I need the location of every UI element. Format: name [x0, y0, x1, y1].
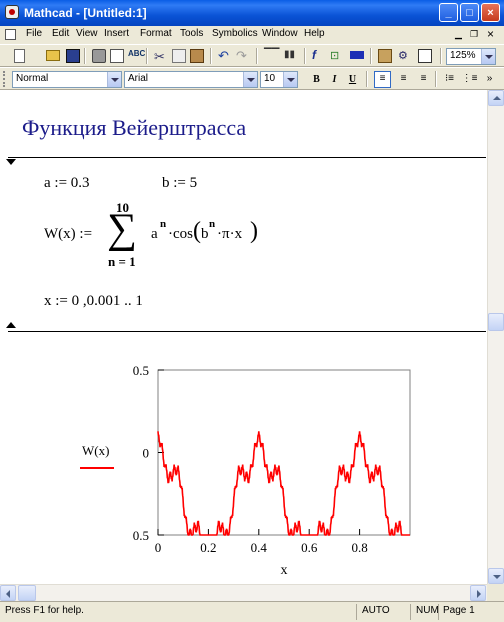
font-select[interactable]: Arial: [124, 71, 258, 88]
print-preview-icon[interactable]: [110, 49, 124, 63]
cut-icon[interactable]: ✂: [154, 49, 168, 64]
standard-toolbar: ABC ✂ ↶ ↷ ▔▔ ▮▮ f ⊡ ⚙ 125%: [0, 44, 504, 67]
horizontal-scrollbar[interactable]: [0, 584, 487, 601]
maximize-button[interactable]: □: [460, 3, 479, 22]
close-button[interactable]: ×: [481, 3, 500, 22]
doc-close-icon[interactable]: ×: [487, 27, 499, 41]
doc-minimize-icon[interactable]: ▁: [455, 29, 467, 41]
align-down-icon[interactable]: ▮▮: [284, 49, 298, 63]
insert-unit-icon[interactable]: ⊡: [330, 49, 344, 63]
y-tick-label: 0.5: [133, 363, 149, 378]
style-value: Normal: [16, 73, 49, 84]
title-bar[interactable]: Mathcad - [Untitled:1] _ □ ×: [0, 0, 504, 26]
vertical-scrollbar[interactable]: [487, 90, 504, 584]
menu-format[interactable]: Format: [140, 28, 172, 39]
bold-button[interactable]: B: [309, 72, 324, 87]
menu-window[interactable]: Window: [262, 28, 298, 39]
menu-help[interactable]: Help: [304, 28, 325, 39]
status-mode: AUTO: [362, 605, 390, 616]
print-icon[interactable]: [92, 49, 106, 63]
undo-icon[interactable]: ↶: [218, 48, 232, 63]
document-icon[interactable]: [5, 29, 16, 40]
font-value: Arial: [128, 73, 149, 84]
scroll-down-button[interactable]: [488, 568, 504, 584]
zoom-dropdown-icon[interactable]: [481, 49, 495, 64]
x-tick-label: 0.4: [251, 540, 268, 555]
save-disk-icon[interactable]: [66, 49, 80, 63]
x-axis-label: x: [281, 563, 288, 578]
size-dropdown-icon[interactable]: [283, 72, 297, 87]
align-center-icon[interactable]: ≡: [395, 71, 412, 88]
new-file-icon[interactable]: [14, 49, 25, 63]
status-bar: Press F1 for help. AUTO NUM Page 1: [0, 601, 504, 622]
toolbar-options-icon[interactable]: »: [481, 71, 498, 88]
align-left-icon[interactable]: ≡: [374, 71, 391, 88]
style-select[interactable]: Normal: [12, 71, 122, 88]
align-top-icon[interactable]: ▔▔: [264, 49, 279, 63]
font-size-select[interactable]: 10: [260, 71, 298, 88]
series-line-w: [157, 431, 410, 536]
copy-icon[interactable]: [172, 49, 186, 63]
open-folder-icon[interactable]: [46, 50, 60, 61]
mathcad-app-icon[interactable]: [5, 5, 19, 19]
status-num: NUM: [416, 605, 439, 616]
scroll-right-button[interactable]: [470, 585, 486, 601]
style-dropdown-icon[interactable]: [107, 72, 121, 87]
redo-icon[interactable]: ↷: [236, 48, 250, 63]
underline-button[interactable]: U: [345, 72, 360, 87]
zoom-select[interactable]: 125%: [446, 48, 496, 65]
font-size-value: 10: [264, 73, 276, 84]
worksheet[interactable]: Функция Вейерштрасса a := 0.3 b := 5 W(x…: [0, 90, 487, 584]
status-help-text: Press F1 for help.: [5, 605, 84, 616]
numbered-list-icon[interactable]: ⋮≡: [461, 71, 478, 88]
doc-restore-icon[interactable]: ❐: [470, 29, 482, 41]
format-toolbar: Normal Arial 10 B I U ≡ ≡ ≡ ⁝≡ ⋮≡ »: [0, 67, 504, 90]
italic-button[interactable]: I: [327, 72, 342, 87]
x-tick-label: 0: [155, 540, 162, 555]
scroll-thumb[interactable]: [488, 313, 504, 331]
align-right-icon[interactable]: ≡: [415, 71, 432, 88]
legend-label: W(x): [82, 443, 109, 458]
x-tick-label: 0.6: [301, 540, 318, 555]
window-title: Mathcad - [Untitled:1]: [24, 6, 147, 20]
scroll-left-button[interactable]: [0, 585, 16, 601]
zoom-value: 125%: [450, 50, 476, 61]
component-icon[interactable]: ⚙: [398, 49, 412, 63]
scroll-up-button[interactable]: [488, 90, 504, 106]
y-tick-label: 0: [143, 446, 150, 461]
x-tick-label: 0.8: [351, 540, 367, 555]
menu-bar: File Edit View Insert Format Tools Symbo…: [0, 26, 504, 44]
y-tick-label: 0.5: [133, 528, 149, 543]
status-page: Page 1: [443, 605, 475, 616]
bullet-list-icon[interactable]: ⁝≡: [441, 71, 458, 88]
horizontal-scroll-thumb[interactable]: [18, 585, 36, 601]
menu-tools[interactable]: Tools: [180, 28, 203, 39]
insert-hyperlink-icon[interactable]: [418, 49, 432, 63]
weierstrass-plot[interactable]: 0.5 0 0.5 0 0.2 0.4 0.6 0.8 W(x) x: [0, 90, 487, 584]
menu-view[interactable]: View: [76, 28, 98, 39]
resources-icon[interactable]: [378, 49, 392, 63]
menu-edit[interactable]: Edit: [52, 28, 69, 39]
insert-function-icon[interactable]: f: [312, 48, 326, 62]
paste-icon[interactable]: [190, 49, 204, 63]
calculate-icon[interactable]: [350, 51, 364, 59]
minimize-button[interactable]: _: [439, 3, 458, 22]
menu-file[interactable]: File: [26, 28, 42, 39]
font-dropdown-icon[interactable]: [243, 72, 257, 87]
scrollbar-corner: [487, 584, 504, 601]
menu-insert[interactable]: Insert: [104, 28, 129, 39]
menu-symbolics[interactable]: Symbolics: [212, 28, 258, 39]
x-tick-label: 0.2: [200, 540, 216, 555]
spell-check-icon[interactable]: ABC: [128, 49, 145, 63]
